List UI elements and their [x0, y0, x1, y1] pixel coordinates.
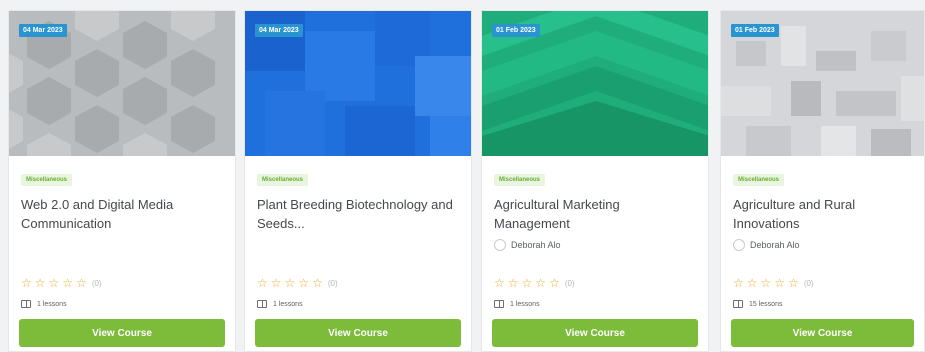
- category-badge[interactable]: Miscellaneous: [21, 174, 73, 186]
- rating-count: (0): [327, 278, 338, 288]
- course-card[interactable]: 04 Mar 2023 Miscellaneous Web 2.0 and Di…: [8, 10, 236, 352]
- star-outline-icon: ☆: [733, 276, 744, 290]
- star-outline-icon: ☆: [34, 276, 46, 290]
- lesson-count: 1 lessons: [510, 300, 540, 308]
- lesson-info: 1 lessons: [257, 300, 303, 308]
- star-outline-icon: ☆: [788, 276, 799, 290]
- book-icon: [21, 300, 31, 308]
- date-badge: 04 Mar 2023: [19, 24, 67, 37]
- rating: ☆ ☆ ☆ ☆ ☆ (0): [21, 277, 102, 289]
- star-outline-icon: ☆: [549, 276, 560, 290]
- date-badge: 01 Feb 2023: [731, 24, 779, 37]
- star-outline-icon: ☆: [535, 276, 547, 290]
- category-badge[interactable]: Miscellaneous: [733, 174, 785, 186]
- star-outline-icon: ☆: [507, 276, 519, 290]
- instructor-name[interactable]: Deborah Alo: [750, 240, 800, 250]
- view-course-button[interactable]: View Course: [731, 319, 914, 347]
- book-icon: [257, 300, 267, 308]
- category-badge[interactable]: Miscellaneous: [257, 174, 309, 186]
- instructor[interactable]: Deborah Alo: [733, 237, 912, 253]
- star-outline-icon: ☆: [270, 276, 282, 290]
- course-title[interactable]: Plant Breeding Biotechnology and Seeds..…: [257, 195, 459, 235]
- view-course-button[interactable]: View Course: [255, 319, 461, 347]
- star-outline-icon: ☆: [298, 276, 310, 290]
- lesson-info: 1 lessons: [494, 300, 540, 308]
- star-outline-icon: ☆: [62, 276, 74, 290]
- rating-count: (0): [803, 278, 814, 288]
- avatar-icon: [733, 239, 745, 251]
- course-thumbnail[interactable]: 01 Feb 2023: [721, 11, 924, 156]
- star-outline-icon: ☆: [760, 276, 772, 290]
- rating: ☆ ☆ ☆ ☆ ☆ (0): [257, 277, 338, 289]
- lesson-count: 15 lessons: [749, 300, 783, 308]
- category-badge[interactable]: Miscellaneous: [494, 174, 546, 186]
- book-icon: [494, 300, 504, 308]
- course-thumbnail[interactable]: 04 Mar 2023: [245, 11, 471, 156]
- star-outline-icon: ☆: [284, 276, 296, 290]
- lesson-count: 1 lessons: [273, 300, 303, 308]
- view-course-button[interactable]: View Course: [492, 319, 698, 347]
- star-outline-icon: ☆: [494, 276, 505, 290]
- date-badge: 01 Feb 2023: [492, 24, 540, 37]
- course-title[interactable]: Agricultural Marketing Management: [494, 195, 696, 235]
- instructor-name[interactable]: Deborah Alo: [511, 240, 561, 250]
- course-title[interactable]: Agriculture and Rural Innovations: [733, 195, 912, 235]
- star-outline-icon: ☆: [76, 276, 87, 290]
- lesson-info: 1 lessons: [21, 300, 67, 308]
- course-thumbnail[interactable]: 04 Mar 2023: [9, 11, 235, 156]
- instructor[interactable]: Deborah Alo: [494, 237, 696, 253]
- lesson-count: 1 lessons: [37, 300, 67, 308]
- star-outline-icon: ☆: [21, 276, 32, 290]
- rating-count: (0): [564, 278, 575, 288]
- course-card[interactable]: 01 Feb 2023 Miscellaneous Agricultural M…: [481, 10, 709, 352]
- star-outline-icon: ☆: [48, 276, 60, 290]
- course-card[interactable]: 04 Mar 2023 Miscellaneous Plant Breeding…: [244, 10, 472, 352]
- rating-count: (0): [91, 278, 102, 288]
- star-outline-icon: ☆: [521, 276, 533, 290]
- lesson-info: 15 lessons: [733, 300, 782, 308]
- book-icon: [733, 300, 743, 308]
- rating: ☆ ☆ ☆ ☆ ☆ (0): [733, 277, 814, 289]
- star-outline-icon: ☆: [746, 276, 758, 290]
- course-card[interactable]: 01 Feb 2023 Miscellaneous Agriculture an…: [720, 10, 925, 352]
- view-course-button[interactable]: View Course: [19, 319, 225, 347]
- avatar-icon: [494, 239, 506, 251]
- star-outline-icon: ☆: [774, 276, 786, 290]
- star-outline-icon: ☆: [257, 276, 268, 290]
- date-badge: 04 Mar 2023: [255, 24, 303, 37]
- star-outline-icon: ☆: [312, 276, 323, 290]
- course-thumbnail[interactable]: 01 Feb 2023: [482, 11, 708, 156]
- rating: ☆ ☆ ☆ ☆ ☆ (0): [494, 277, 575, 289]
- course-grid: 04 Mar 2023 Miscellaneous Web 2.0 and Di…: [0, 0, 925, 352]
- course-title[interactable]: Web 2.0 and Digital Media Communication: [21, 195, 223, 235]
